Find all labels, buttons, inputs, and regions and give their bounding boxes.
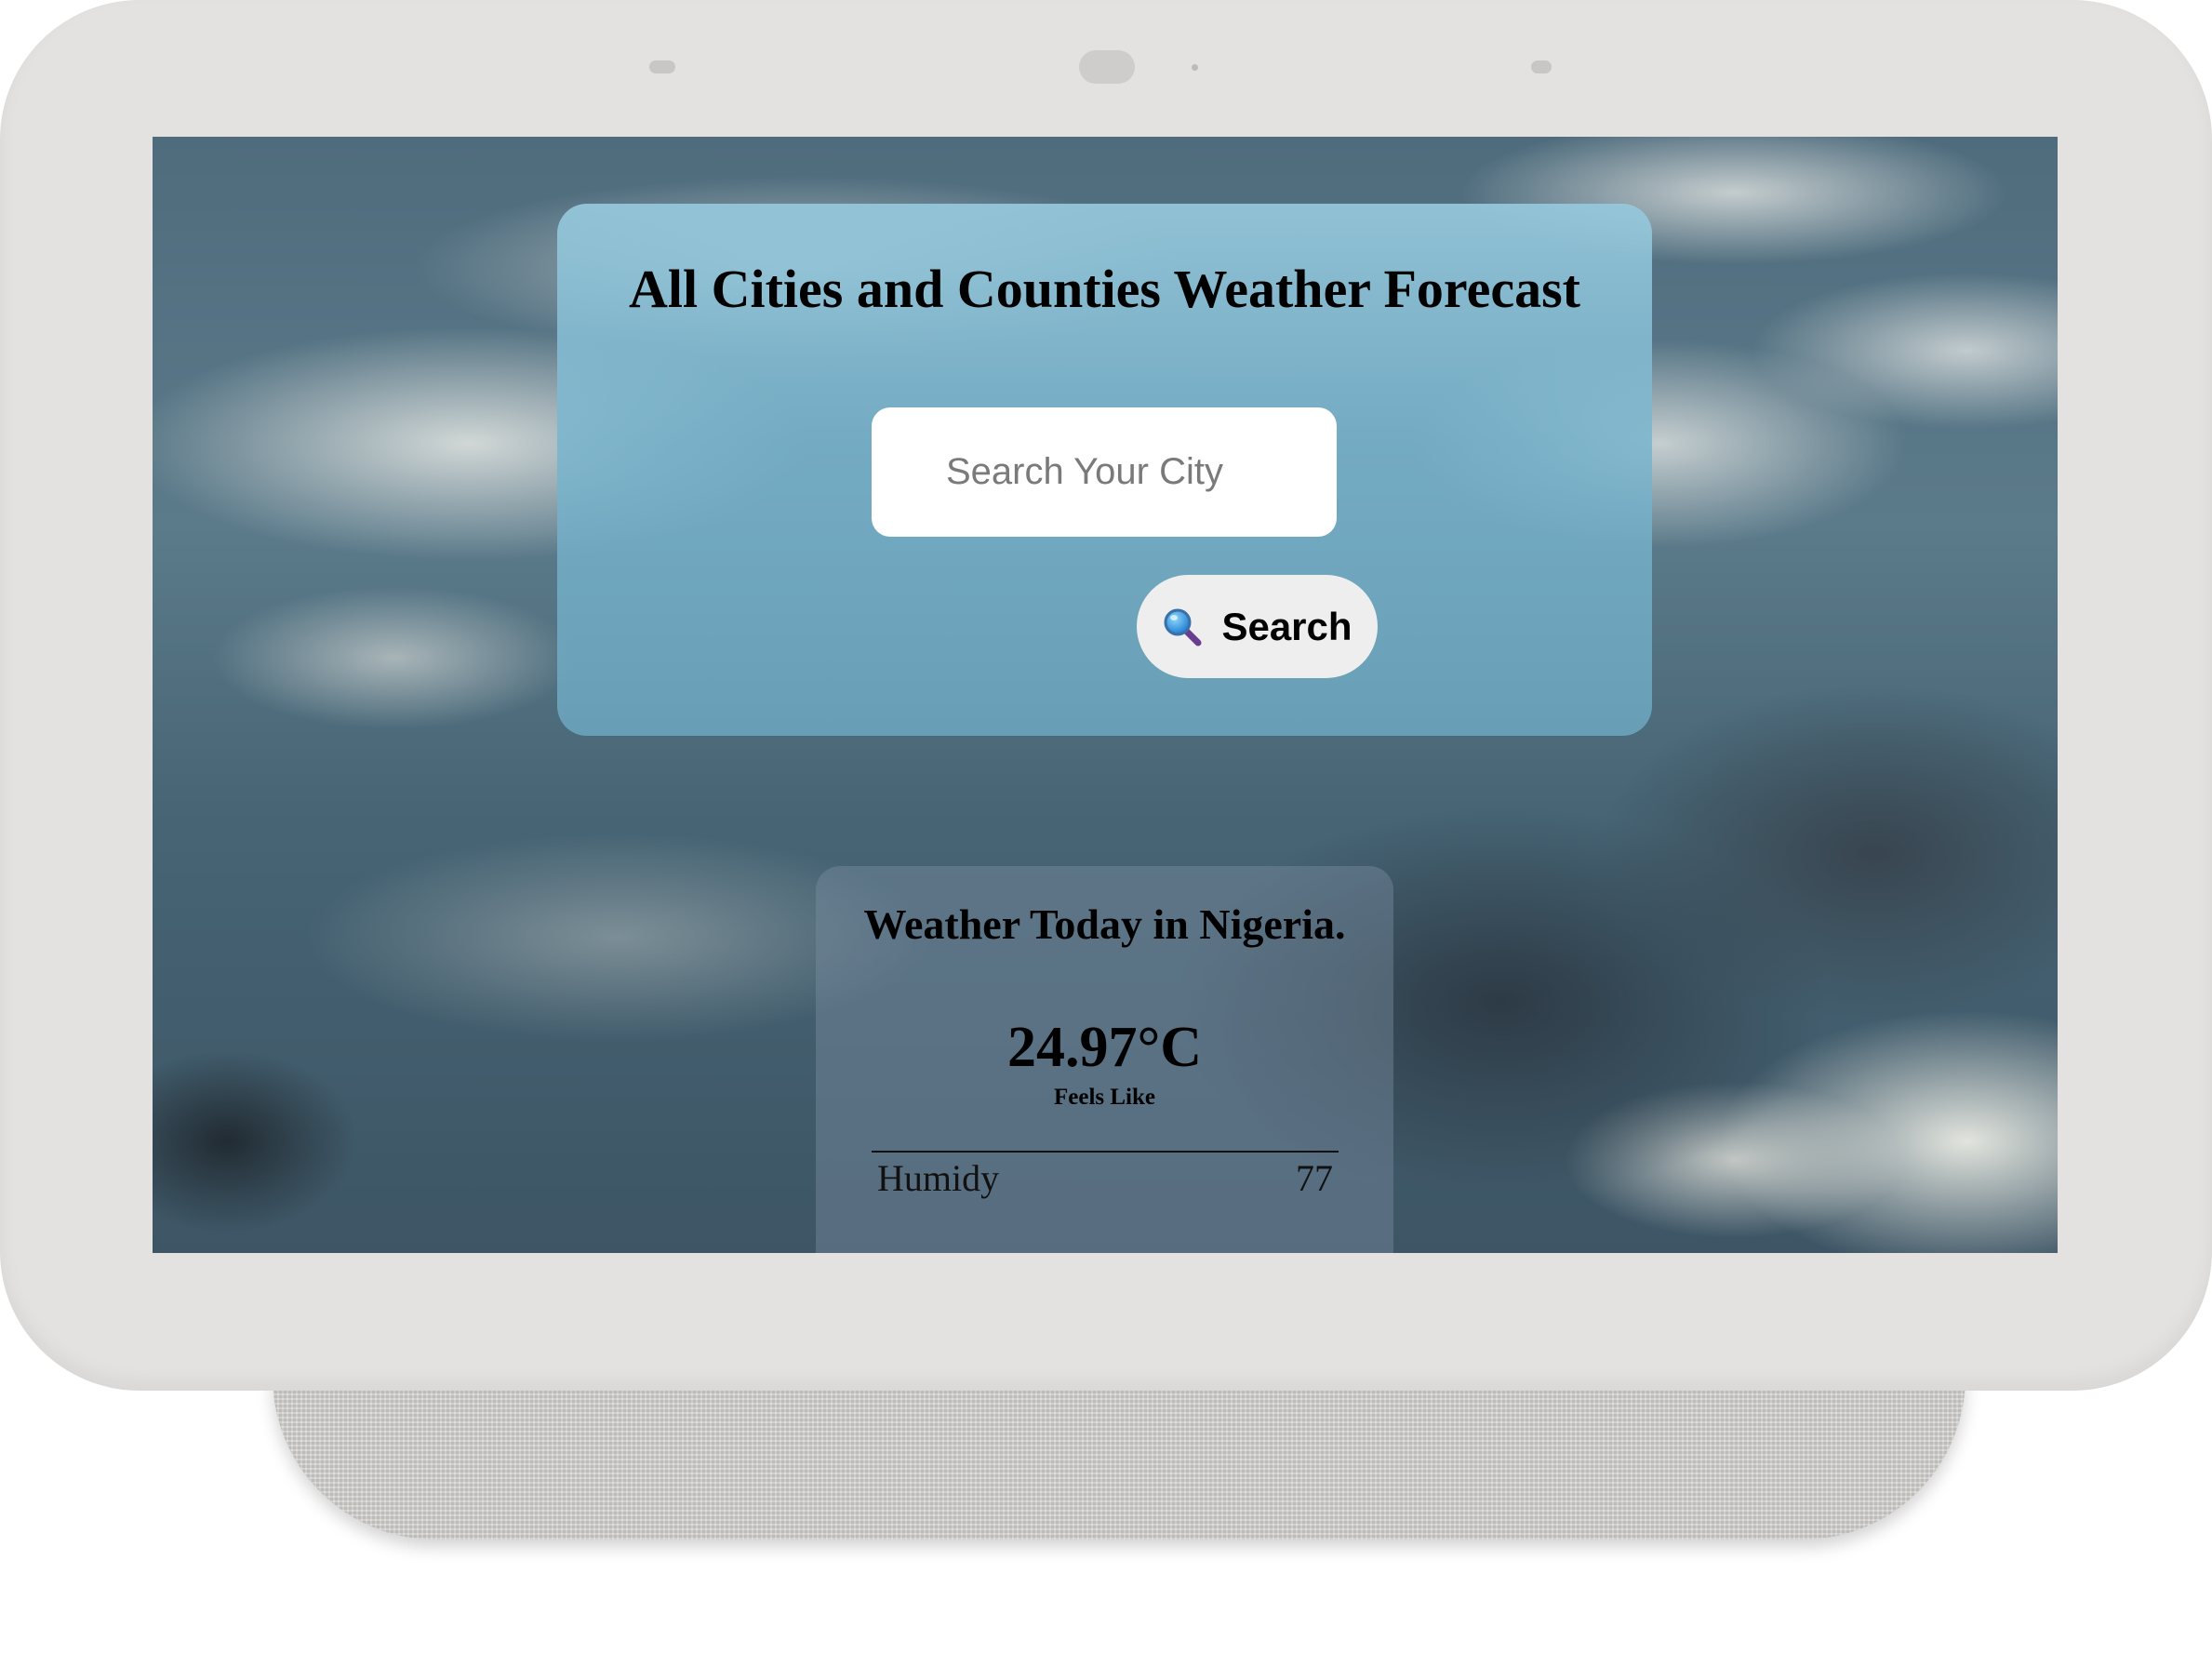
metric-label: Humidy <box>877 1157 1000 1199</box>
search-input[interactable] <box>872 407 1337 537</box>
metric-value: 77 <box>1296 1157 1333 1199</box>
divider <box>872 1151 1339 1153</box>
magnifier-icon <box>1162 606 1203 647</box>
screen: All Cities and Counties Weather Forecast <box>153 137 2058 1253</box>
camera-icon <box>1079 50 1135 84</box>
smart-display-frame: All Cities and Counties Weather Forecast <box>0 0 2212 1391</box>
light-sensor <box>649 60 675 73</box>
device-fabric-base <box>273 1377 1965 1539</box>
page-title: All Cities and Counties Weather Forecast <box>628 259 1580 319</box>
temperature-value: 24.97°C <box>1006 1016 1203 1079</box>
weather-heading: Weather Today in Nigeria. <box>863 900 1346 948</box>
search-button-label: Search <box>1221 604 1353 648</box>
proximity-sensor <box>1531 60 1552 73</box>
weather-card: Weather Today in Nigeria. 24.97°C Feels … <box>816 866 1393 1253</box>
feels-like-label: Feels Like <box>1053 1085 1155 1110</box>
search-card: All Cities and Counties Weather Forecast <box>557 204 1652 736</box>
search-button[interactable]: Search <box>1137 575 1378 678</box>
microphone-dot <box>1192 64 1198 71</box>
metric-row-humidity: Humidy 77 <box>877 1156 1333 1200</box>
